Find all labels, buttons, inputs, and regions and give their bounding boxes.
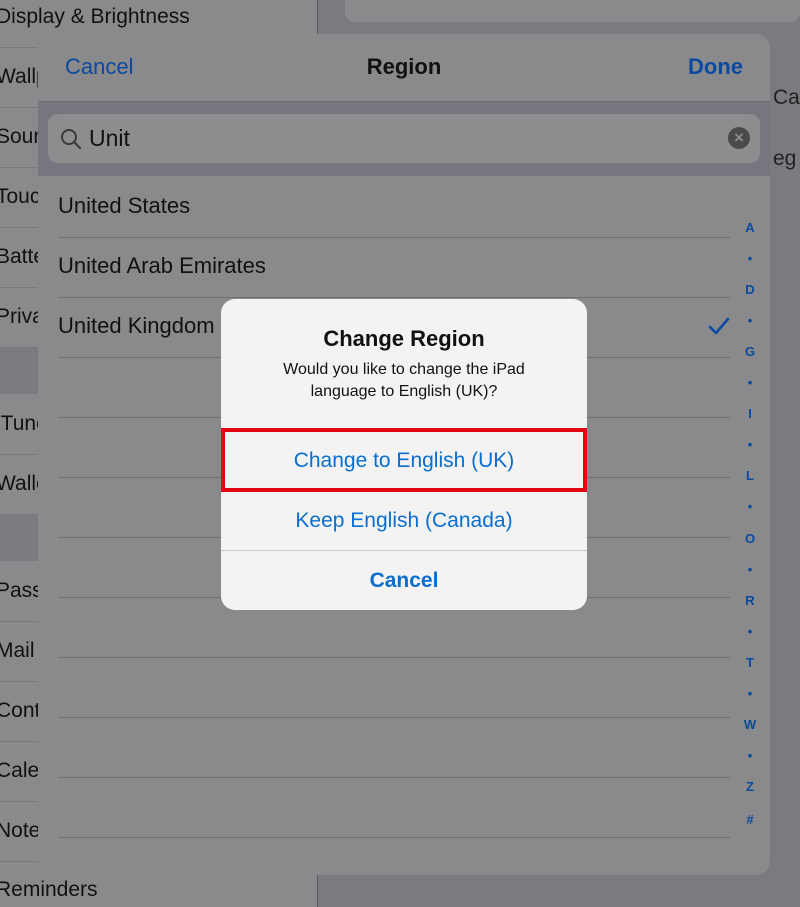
alert-title: Change Region [323,326,485,351]
clear-search-icon[interactable]: × [728,127,750,149]
detail-text: eg [773,147,797,170]
index-letter[interactable]: Z [738,779,762,794]
index-letter[interactable]: D [738,282,762,297]
index-letter[interactable]: R [738,593,762,608]
list-item[interactable]: United Arab Emirates [58,237,730,298]
index-letter[interactable]: A [738,220,762,235]
list-item-label: United States [58,193,191,218]
index-letter[interactable]: L [738,468,762,483]
index-letter[interactable]: # [738,812,762,827]
list-item-label: United Kingdom [58,313,215,338]
sheet-nav-bar: Cancel Region Done [38,34,770,102]
index-dot[interactable]: • [738,251,762,266]
list-item [58,777,730,838]
search-value: Unit [89,125,130,151]
list-item-label: United Arab Emirates [58,253,266,278]
list-item [58,657,730,718]
index-letter[interactable]: I [738,406,762,421]
detail-card [345,0,800,22]
search-bar: Unit × [38,102,770,176]
search-input[interactable]: Unit × [48,114,760,163]
index-dot[interactable]: • [738,499,762,514]
list-item [58,717,730,778]
index-letter[interactable]: T [738,655,762,670]
search-icon [61,129,82,150]
index-dot[interactable]: • [738,313,762,328]
index-dot[interactable]: • [738,686,762,701]
index-dot[interactable]: • [738,748,762,763]
index-dot[interactable]: • [738,624,762,639]
done-button[interactable]: Done [688,54,743,80]
index-dot[interactable]: • [738,437,762,452]
list-item[interactable]: United States [58,177,730,238]
checkmark-icon [708,317,730,335]
sheet-title: Region [366,54,442,79]
index-letter[interactable]: O [738,531,762,546]
highlight-box [221,428,587,492]
detail-text: Ca [773,86,800,109]
index-dot[interactable]: • [738,562,762,577]
list-item [58,837,730,875]
index-letter[interactable]: G [738,344,762,359]
alert-cancel-button[interactable]: Cancel [221,550,587,610]
keep-english-canada-button[interactable]: Keep English (Canada) [221,490,587,551]
index-dot[interactable]: • [738,375,762,390]
index-letter[interactable]: W [738,717,762,732]
alert-message: Would you like to change the iPad langua… [283,361,525,400]
